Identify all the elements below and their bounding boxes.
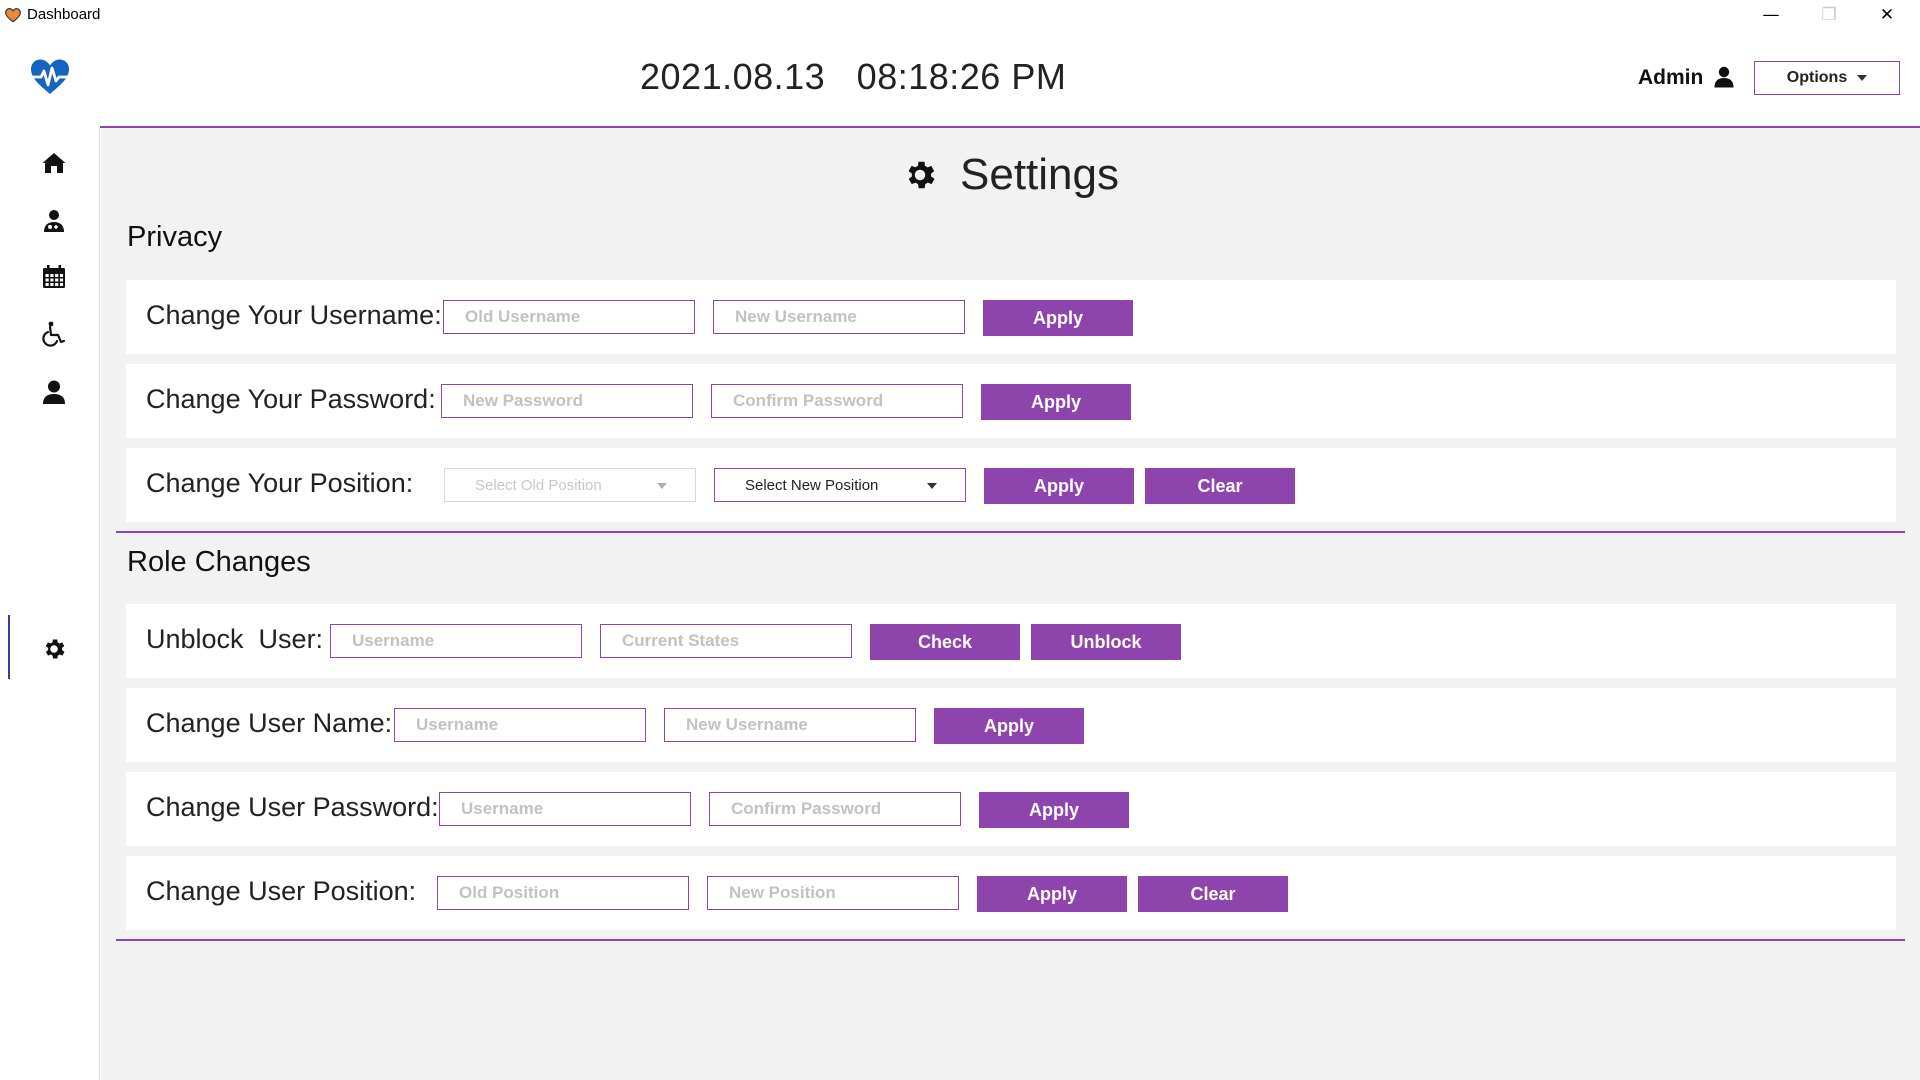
confirm-password-field[interactable] xyxy=(711,384,963,418)
change-user-name-row: Change User Name: Apply xyxy=(126,688,1896,762)
new-position-select-value: Select New Position xyxy=(745,476,879,494)
gear-icon xyxy=(908,161,935,189)
maximize-icon: ❐ xyxy=(1821,5,1837,25)
unblock-user-label: Unblock User: xyxy=(146,624,324,654)
sidebar-item-users[interactable] xyxy=(30,368,78,416)
maximize-button[interactable]: ❐ xyxy=(1800,0,1858,30)
page-title-text: Settings xyxy=(960,150,1119,199)
home-icon xyxy=(42,153,66,173)
sidebar-item-home[interactable] xyxy=(30,139,78,187)
role-changes-section-divider xyxy=(116,939,1905,941)
change-position-row: Change Your Position: Select Old Positio… xyxy=(126,448,1896,522)
user-new-position-input[interactable] xyxy=(729,883,958,903)
apply-user-position-button[interactable]: Apply xyxy=(977,876,1127,912)
old-username-input[interactable] xyxy=(465,307,694,327)
unblock-user-button[interactable]: Unblock xyxy=(1031,624,1181,660)
user-password-confirm-input[interactable] xyxy=(731,799,960,819)
options-dropdown-button[interactable]: Options xyxy=(1754,61,1900,95)
user-new-position-field[interactable] xyxy=(707,876,959,910)
apply-user-password-button[interactable]: Apply xyxy=(979,792,1129,828)
new-username-field[interactable] xyxy=(713,300,965,334)
apply-username-button[interactable]: Apply xyxy=(983,300,1133,336)
user-password-confirm-field[interactable] xyxy=(709,792,961,826)
apply-position-button[interactable]: Apply xyxy=(984,468,1134,504)
sidebar-active-indicator xyxy=(8,615,10,679)
sidebar-item-doctors[interactable] xyxy=(30,197,78,245)
check-user-button[interactable]: Check xyxy=(870,624,1020,660)
caret-down-icon xyxy=(927,483,937,489)
settings-page: Settings Privacy Change Your Username: A… xyxy=(101,128,1920,1080)
change-username-row: Change Your Username: Apply xyxy=(126,280,1896,354)
current-user-name: Admin xyxy=(1638,66,1704,89)
change-user-position-row: Change User Position: Apply Clear xyxy=(126,856,1896,930)
calendar-icon xyxy=(43,265,65,288)
old-position-select-value: Select Old Position xyxy=(475,476,602,494)
user-old-position-field[interactable] xyxy=(437,876,689,910)
new-password-field[interactable] xyxy=(441,384,693,418)
sidebar-item-patients[interactable] xyxy=(30,310,78,358)
user-icon xyxy=(43,380,65,404)
minimize-button[interactable]: — xyxy=(1742,0,1800,30)
change-password-label: Change Your Password: xyxy=(146,384,436,414)
sidebar-item-appointments[interactable] xyxy=(30,253,78,301)
user-name-username-input[interactable] xyxy=(416,715,645,735)
privacy-section-divider xyxy=(116,531,1905,533)
user-password-username-field[interactable] xyxy=(439,792,691,826)
change-password-row: Change Your Password: Apply xyxy=(126,364,1896,438)
unblock-username-field[interactable] xyxy=(330,624,582,658)
apply-user-name-button[interactable]: Apply xyxy=(934,708,1084,744)
current-states-input[interactable] xyxy=(622,631,851,651)
sidebar xyxy=(0,128,100,1080)
header: 2021.08.13 08:18:26 PM Admin Options xyxy=(0,30,1920,126)
old-position-select[interactable]: Select Old Position xyxy=(444,468,696,502)
heart-app-icon xyxy=(5,8,21,23)
window-title: Dashboard xyxy=(27,6,101,23)
user-old-position-input[interactable] xyxy=(459,883,688,903)
old-username-field[interactable] xyxy=(443,300,695,334)
close-button[interactable]: ✕ xyxy=(1858,0,1916,30)
change-user-position-label: Change User Position: xyxy=(146,876,417,906)
confirm-password-input[interactable] xyxy=(733,391,962,411)
caret-down-icon xyxy=(657,483,667,489)
user-name-new-username-input[interactable] xyxy=(686,715,915,735)
change-user-password-label: Change User Password: xyxy=(146,792,439,822)
apply-password-button[interactable]: Apply xyxy=(981,384,1131,420)
new-password-input[interactable] xyxy=(463,391,692,411)
change-user-password-row: Change User Password: Apply xyxy=(126,772,1896,846)
privacy-section-title: Privacy xyxy=(127,221,223,253)
user-name-new-username-field[interactable] xyxy=(664,708,916,742)
clear-user-position-button[interactable]: Clear xyxy=(1138,876,1288,912)
change-position-label: Change Your Position: xyxy=(146,468,414,498)
new-position-select[interactable]: Select New Position xyxy=(714,468,966,502)
options-label: Options xyxy=(1786,69,1848,86)
unblock-username-input[interactable] xyxy=(352,631,581,651)
current-datetime: 2021.08.13 08:18:26 PM xyxy=(640,56,1067,97)
role-changes-section-title: Role Changes xyxy=(127,546,311,578)
gear-icon xyxy=(45,639,65,659)
clear-position-button[interactable]: Clear xyxy=(1145,468,1295,504)
page-title: Settings xyxy=(101,150,1920,200)
close-icon: ✕ xyxy=(1879,5,1895,25)
unblock-user-row: Unblock User: Check Unblock xyxy=(126,604,1896,678)
caret-down-icon xyxy=(1857,75,1868,81)
doctor-icon xyxy=(44,210,64,232)
change-user-name-label: Change User Name: xyxy=(146,708,393,738)
window-titlebar: Dashboard — ❐ ✕ xyxy=(0,0,1920,30)
wheelchair-icon xyxy=(42,321,66,347)
user-password-username-input[interactable] xyxy=(461,799,690,819)
minimize-icon: — xyxy=(1762,5,1780,25)
sidebar-item-settings[interactable] xyxy=(30,625,78,673)
current-states-field[interactable] xyxy=(600,624,852,658)
user-name-username-field[interactable] xyxy=(394,708,646,742)
change-username-label: Change Your Username: xyxy=(146,300,442,330)
user-icon xyxy=(1714,66,1734,88)
heartbeat-icon[interactable] xyxy=(29,58,71,96)
new-username-input[interactable] xyxy=(735,307,964,327)
